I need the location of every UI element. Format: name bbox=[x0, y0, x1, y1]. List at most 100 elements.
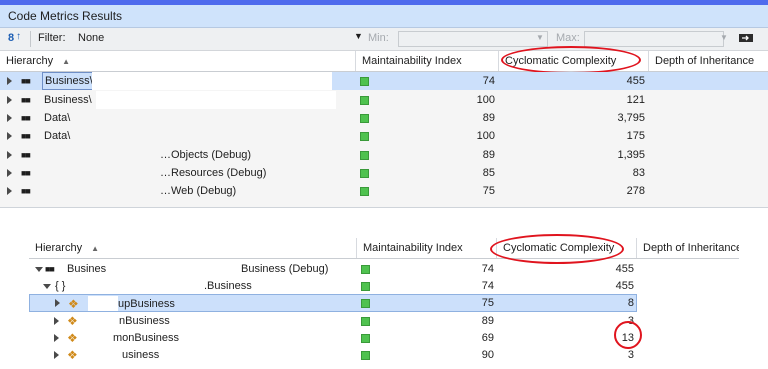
column-header-depth[interactable]: Depth of Inheritance bbox=[637, 238, 739, 258]
cyclomatic-value: 175 bbox=[626, 130, 645, 142]
maintainability-value: 100 bbox=[476, 94, 495, 106]
table-row[interactable]: ■■ Busines Business (Debug) 74 455 bbox=[29, 260, 739, 278]
cyclomatic-value: 8 bbox=[627, 297, 634, 309]
hierarchy-cell: usiness bbox=[122, 349, 160, 361]
expand-arrow-icon[interactable] bbox=[7, 169, 12, 177]
collapse-arrow-icon[interactable] bbox=[43, 284, 51, 289]
cyclomatic-value: 3 bbox=[627, 349, 634, 361]
maintainability-indicator bbox=[360, 132, 369, 141]
maintainability-value: 89 bbox=[482, 112, 495, 124]
maintainability-value: 69 bbox=[481, 332, 494, 344]
class-icon: ❖ bbox=[68, 297, 79, 311]
hierarchy-cell-prefix: Busines bbox=[67, 263, 107, 275]
hierarchy-cell: .Business bbox=[204, 280, 252, 292]
collapse-arrow-icon[interactable] bbox=[35, 267, 43, 272]
maintainability-indicator bbox=[361, 317, 370, 326]
table-row[interactable]: ■■ Data\ 100 175 bbox=[0, 127, 768, 145]
toolbar: 8 ↑ Filter: None ▼ Min: ▼ Max: ▼ bbox=[0, 28, 768, 51]
code-metrics-detail-panel: Hierarchy ▲ Maintainability Index Cyclom… bbox=[0, 232, 768, 369]
min-chevron-down-icon[interactable]: ▼ bbox=[536, 33, 544, 42]
filter-dropdown-value[interactable]: None bbox=[78, 32, 104, 44]
maintainability-value: 74 bbox=[482, 75, 495, 87]
column-header-maintainability[interactable]: Maintainability Index bbox=[357, 238, 497, 258]
expand-arrow-icon[interactable] bbox=[54, 351, 59, 359]
code-metrics-window: Code Metrics Results 8 ↑ Filter: None ▼ … bbox=[0, 0, 768, 208]
table-row[interactable]: ❖ usiness 90 3 bbox=[29, 346, 739, 364]
sort-up-icon: ▲ bbox=[91, 244, 100, 253]
table-row[interactable]: ❖ nBusiness 89 3 bbox=[29, 312, 739, 330]
maintainability-indicator bbox=[360, 96, 369, 105]
maintainability-indicator bbox=[361, 265, 370, 274]
table-row[interactable]: ■■ Business\ 100 121 bbox=[0, 91, 768, 109]
hierarchy-cell: Data\ bbox=[44, 130, 71, 142]
redaction bbox=[96, 91, 336, 109]
assembly-icon: ■■ bbox=[21, 150, 31, 160]
maintainability-indicator bbox=[361, 299, 370, 308]
toolbar-divider bbox=[30, 31, 31, 47]
column-header-hierarchy[interactable]: Hierarchy ▲ bbox=[0, 51, 356, 71]
expand-arrow-icon[interactable] bbox=[7, 132, 12, 140]
expand-arrow-icon[interactable] bbox=[7, 114, 12, 122]
cyclomatic-value: 3,795 bbox=[617, 112, 645, 124]
class-icon: ❖ bbox=[67, 314, 78, 328]
expand-arrow-icon[interactable] bbox=[7, 187, 12, 195]
maintainability-indicator bbox=[360, 114, 369, 123]
hierarchy-cell: Business\ bbox=[42, 72, 96, 90]
expand-arrow-icon[interactable] bbox=[54, 317, 59, 325]
column-header-cyclomatic[interactable]: Cyclomatic Complexity bbox=[499, 51, 649, 71]
max-chevron-down-icon[interactable]: ▼ bbox=[720, 33, 728, 42]
maintainability-value: 100 bbox=[476, 130, 495, 142]
filter-chevron-down-icon[interactable]: ▼ bbox=[354, 31, 363, 41]
table-row[interactable]: ❖ monBusiness 69 13 bbox=[29, 329, 739, 347]
hierarchy-cell: Business\ bbox=[44, 94, 92, 106]
expand-arrow-icon[interactable] bbox=[7, 77, 12, 85]
column-header-maintainability[interactable]: Maintainability Index bbox=[356, 51, 499, 71]
apply-filter-icon[interactable] bbox=[738, 31, 754, 45]
min-label: Min: bbox=[368, 32, 389, 44]
table-row[interactable]: ■■ …Resources (Debug) 85 83 bbox=[0, 164, 768, 182]
table-row[interactable]: ■■ …Web (Debug) 75 278 bbox=[0, 182, 768, 200]
max-input[interactable] bbox=[584, 31, 724, 47]
hierarchy-cell: monBusiness bbox=[113, 332, 180, 344]
hierarchy-cell: Business (Debug) bbox=[241, 263, 329, 275]
assembly-icon: ■■ bbox=[21, 95, 31, 105]
hierarchy-cell: upBusiness bbox=[118, 298, 175, 310]
hierarchy-cell: …Web (Debug) bbox=[160, 185, 237, 197]
table-row[interactable]: ❖ upBusiness 75 8 bbox=[29, 294, 637, 312]
class-icon: ❖ bbox=[67, 348, 78, 362]
cyclomatic-value: 83 bbox=[632, 167, 645, 179]
table-row[interactable]: ■■ Data\ 89 3,795 bbox=[0, 109, 768, 127]
expand-arrow-icon[interactable] bbox=[7, 96, 12, 104]
column-header-depth[interactable]: Depth of Inheritance bbox=[649, 51, 768, 71]
assembly-icon: ■■ bbox=[45, 264, 55, 274]
table-row[interactable]: ■■ …Objects (Debug) 89 1,395 bbox=[0, 146, 768, 164]
maintainability-value: 75 bbox=[482, 185, 495, 197]
maintainability-value: 89 bbox=[482, 149, 495, 161]
assembly-icon: ■■ bbox=[21, 113, 31, 123]
cyclomatic-value: 455 bbox=[615, 280, 634, 292]
hierarchy-cell: …Resources (Debug) bbox=[160, 167, 267, 179]
maintainability-value: 90 bbox=[481, 349, 494, 361]
hierarchy-cell: nBusiness bbox=[119, 315, 170, 327]
expand-arrow-icon[interactable] bbox=[55, 299, 60, 307]
min-input[interactable] bbox=[398, 31, 548, 47]
expand-arrow-icon[interactable] bbox=[7, 151, 12, 159]
cyclomatic-value: 278 bbox=[626, 185, 645, 197]
maintainability-indicator bbox=[361, 334, 370, 343]
assembly-icon: ■■ bbox=[21, 168, 31, 178]
maintainability-value: 74 bbox=[481, 263, 494, 275]
cyclomatic-value: 3 bbox=[627, 315, 634, 327]
column-header-cyclomatic[interactable]: Cyclomatic Complexity bbox=[497, 238, 637, 258]
expand-arrow-icon[interactable] bbox=[54, 334, 59, 342]
maintainability-indicator bbox=[361, 282, 370, 291]
column-header-hierarchy[interactable]: Hierarchy ▲ bbox=[29, 238, 357, 258]
maintainability-indicator bbox=[360, 187, 369, 196]
table-row[interactable]: ■■ Business\ 74 455 bbox=[0, 72, 768, 90]
window-title-bar: Code Metrics Results bbox=[0, 5, 768, 28]
redaction bbox=[88, 296, 118, 311]
table-row[interactable]: { } .Business 74 455 bbox=[29, 277, 739, 295]
maintainability-indicator bbox=[360, 169, 369, 178]
hierarchy-cell: Data\ bbox=[44, 112, 71, 124]
maintainability-indicator bbox=[360, 151, 369, 160]
maintainability-indicator bbox=[360, 77, 369, 86]
